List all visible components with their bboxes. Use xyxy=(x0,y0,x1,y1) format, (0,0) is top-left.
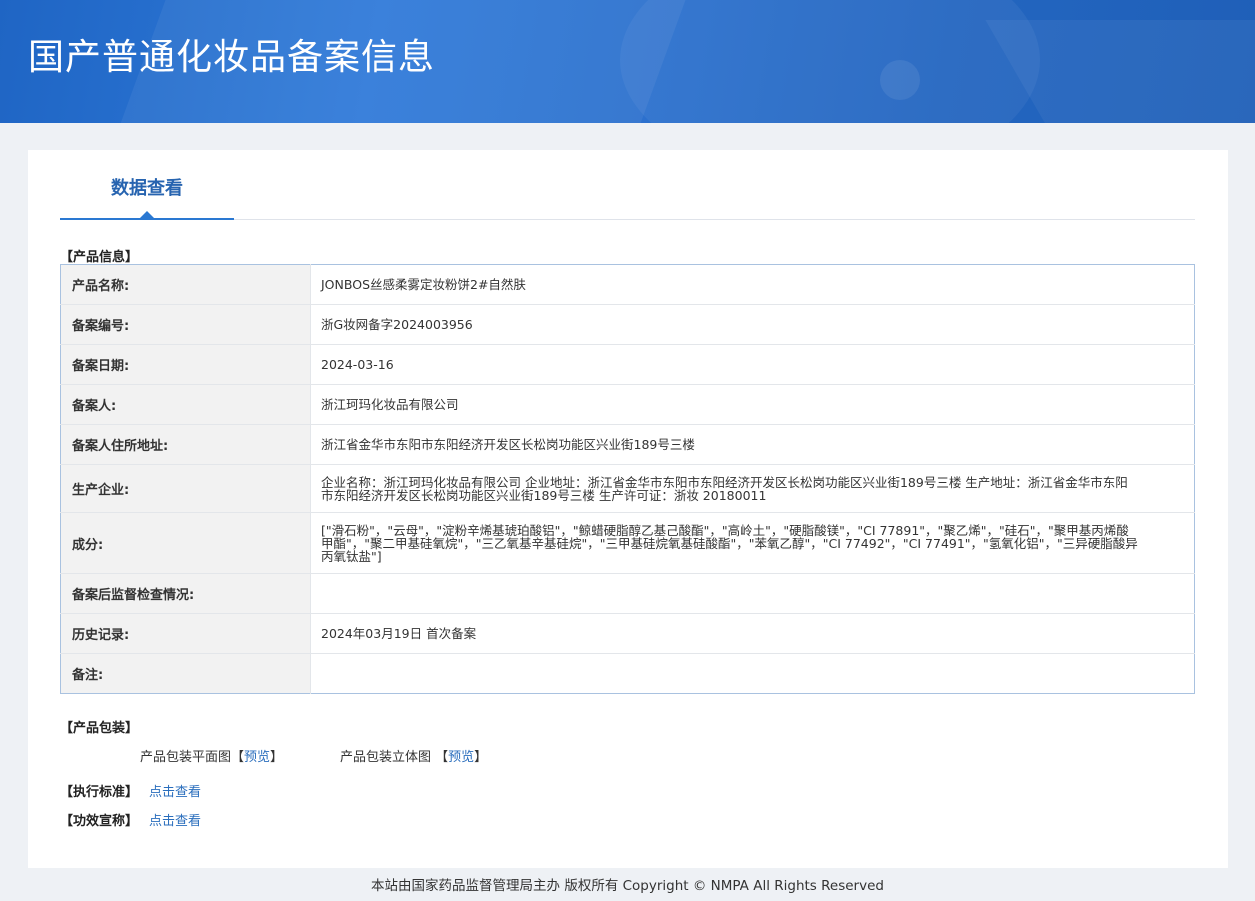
row-value: 企业名称：浙江珂玛化妆品有限公司 企业地址：浙江省金华市东阳市东阳经济开发区长松… xyxy=(310,464,1195,513)
header-decoration xyxy=(880,60,920,100)
row-label: 备案人: xyxy=(60,384,311,425)
row-value: JONBOS丝感柔雾定妆粉饼2#自然肤 xyxy=(321,277,526,292)
page-header: 国产普通化妆品备案信息 xyxy=(0,0,1255,123)
package-flat-preview-link[interactable]: 预览 xyxy=(244,750,270,765)
row-value: ["滑石粉"，"云母"，"淀粉辛烯基琥珀酸铝"，"鲸蜡硬脂醇乙基己酸酯"，"高岭… xyxy=(310,512,1195,574)
row-value: 浙江省金华市东阳市东阳经济开发区长松岗功能区兴业街189号三楼 xyxy=(310,424,1195,465)
section-packaging: 【产品包装】 xyxy=(60,721,139,736)
table-row: 历史记录: 2024年03月19日 首次备案 xyxy=(60,613,1195,654)
tab-data-view[interactable]: 数据查看 xyxy=(60,150,234,220)
table-row: 成分: ["滑石粉"，"云母"，"淀粉辛烯基琥珀酸铝"，"鲸蜡硬脂醇乙基己酸酯"，… xyxy=(60,512,1195,574)
page-footer: 本站由国家药品监督管理局主办 版权所有 Copyright © NMPA All… xyxy=(371,878,884,894)
table-row: 产品名称: JONBOS丝感柔雾定妆粉饼2#自然肤 xyxy=(60,264,1195,305)
efficacy-view-link[interactable]: 点击查看 xyxy=(149,810,201,829)
row-label: 生产企业: xyxy=(60,464,311,513)
package-flat-label: 产品包装平面图【预览】 xyxy=(140,750,284,765)
section-product-info: 【产品信息】 xyxy=(60,250,139,265)
product-info-table: 产品名称: JONBOS丝感柔雾定妆粉饼2#自然肤 备案编号: 浙G妆网备字20240… xyxy=(60,264,1195,694)
row-label: 备案日期: xyxy=(60,344,311,385)
row-label: 历史记录: xyxy=(60,613,311,654)
standard-view-link[interactable]: 点击查看 xyxy=(149,781,201,800)
header-decoration xyxy=(985,20,1255,123)
table-row: 备案日期: 2024-03-16 xyxy=(60,344,1195,385)
tab-caret-icon xyxy=(140,211,154,218)
row-value: 浙江珂玛化妆品有限公司 xyxy=(310,384,1195,425)
table-row: 备案人住所地址: 浙江省金华市东阳市东阳经济开发区长松岗功能区兴业街189号三楼 xyxy=(60,424,1195,465)
section-efficacy: 【功效宣称】 xyxy=(60,814,139,829)
tab-label: 数据查看 xyxy=(111,178,183,199)
package-solid-label: 产品包装立体图 【预览】 xyxy=(340,750,488,765)
row-label: 备案后监督检查情况: xyxy=(60,573,311,614)
table-row: 生产企业: 企业名称：浙江珂玛化妆品有限公司 企业地址：浙江省金华市东阳市东阳经济… xyxy=(60,464,1195,513)
content-card: 数据查看 【产品信息】 产品名称: JONBOS丝感柔雾定妆粉饼2#自然肤 备案编号… xyxy=(28,150,1228,868)
row-label: 备案人住所地址: xyxy=(60,424,311,465)
section-standard: 【执行标准】 xyxy=(60,785,139,800)
table-row: 备案后监督检查情况: xyxy=(60,573,1195,614)
table-row: 备案编号: 浙G妆网备字2024003956 xyxy=(60,304,1195,345)
table-row: 备案人: 浙江珂玛化妆品有限公司 xyxy=(60,384,1195,425)
row-value: 2024年03月19日 首次备案 xyxy=(310,613,1195,654)
package-solid-preview-link[interactable]: 预览 xyxy=(448,750,474,765)
row-value: 2024-03-16 xyxy=(310,344,1195,385)
row-label: 产品名称: xyxy=(60,264,311,305)
row-value xyxy=(310,573,1195,614)
row-label: 成分: xyxy=(60,512,311,574)
row-value: 浙G妆网备字2024003956 xyxy=(310,304,1195,345)
header-decoration xyxy=(620,0,1040,123)
tab-bar: 数据查看 xyxy=(60,150,1195,220)
table-row: 备注: xyxy=(60,653,1195,694)
row-label: 备案编号: xyxy=(60,304,311,345)
row-label: 备注: xyxy=(60,653,311,694)
row-value xyxy=(310,653,1195,694)
page-title: 国产普通化妆品备案信息 xyxy=(28,37,436,78)
